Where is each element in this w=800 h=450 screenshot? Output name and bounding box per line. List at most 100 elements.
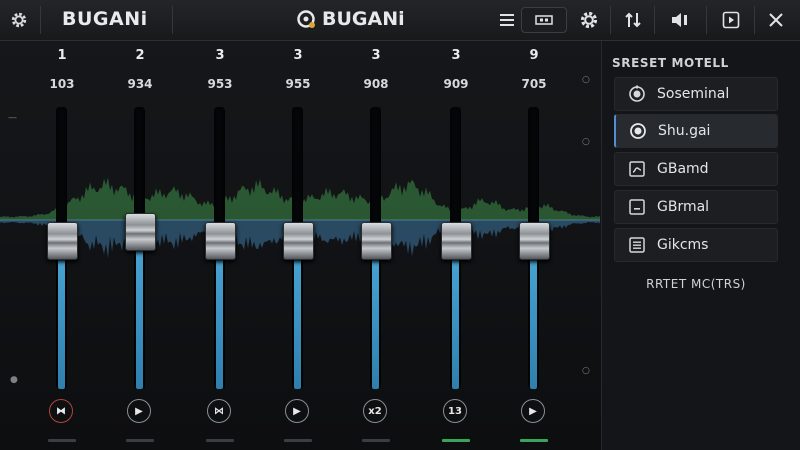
preset-item[interactable]: Gikcms bbox=[614, 228, 778, 262]
speaker-icon bbox=[672, 13, 687, 27]
curve-box-icon bbox=[625, 161, 649, 177]
equalizer-app: BUGANi BUGANi — ● ○ ○ ○ 1 103 ⧓ 2 934 ▶ … bbox=[0, 0, 800, 450]
radio-selected-icon bbox=[626, 122, 650, 140]
band-value: 934 bbox=[127, 77, 153, 91]
bowtie-icon[interactable]: ⧓ bbox=[49, 399, 73, 423]
preset-label: Soseminal bbox=[657, 86, 730, 102]
preset-item[interactable]: Soseminal bbox=[614, 77, 778, 111]
preset-item[interactable]: GBrmal bbox=[614, 190, 778, 224]
band-number: 2 bbox=[135, 48, 145, 63]
play-button[interactable] bbox=[716, 4, 746, 36]
preset-item[interactable]: Shu.gai bbox=[614, 114, 778, 148]
band-value: 908 bbox=[363, 77, 389, 91]
band-indicator bbox=[126, 439, 154, 442]
scale-dot-icon: ○ bbox=[582, 366, 590, 376]
band-number: 3 bbox=[215, 48, 225, 63]
slider-knob[interactable] bbox=[441, 221, 472, 260]
swap-button[interactable] bbox=[618, 4, 648, 36]
list-box-icon bbox=[625, 237, 649, 253]
swap-arrows-icon bbox=[625, 12, 641, 28]
wave-symbol-icon[interactable]: ⋈ bbox=[207, 399, 231, 423]
close-button[interactable] bbox=[762, 4, 790, 36]
band-indicator bbox=[206, 439, 234, 442]
slider-fill bbox=[372, 239, 379, 389]
band-indicator bbox=[520, 439, 548, 442]
band-number: 9 bbox=[529, 48, 539, 63]
gear-icon bbox=[580, 11, 598, 29]
display-icon bbox=[535, 15, 553, 25]
play-icon[interactable]: ▶ bbox=[285, 399, 309, 423]
band-indicator bbox=[284, 439, 312, 442]
band-value: 953 bbox=[207, 77, 233, 91]
title-divider bbox=[172, 6, 173, 34]
brand-logo-icon bbox=[297, 10, 315, 28]
x2-icon[interactable]: x2 bbox=[363, 399, 387, 423]
panel-title: SRESET MOTELL bbox=[612, 56, 729, 70]
preset-label: Shu.gai bbox=[658, 123, 711, 139]
speaker-button[interactable] bbox=[666, 4, 696, 36]
menu-button[interactable] bbox=[496, 4, 518, 36]
slider-knob[interactable] bbox=[283, 221, 314, 260]
radio-dial-icon bbox=[625, 85, 649, 103]
title-divider bbox=[754, 6, 755, 34]
thirteen-icon[interactable]: 13 bbox=[443, 399, 467, 423]
play-icon[interactable]: ▶ bbox=[127, 399, 151, 423]
slider-fill bbox=[136, 231, 143, 389]
band-column: 3 908 x2 bbox=[350, 41, 402, 450]
hamburger-menu-icon bbox=[500, 14, 514, 26]
slider-fill bbox=[58, 239, 65, 389]
scale-tick-icon: — bbox=[8, 113, 17, 123]
band-column: 3 909 13 bbox=[430, 41, 482, 450]
slider-fill bbox=[530, 239, 537, 389]
title-divider bbox=[706, 6, 707, 34]
slider-knob[interactable] bbox=[519, 221, 550, 260]
band-number: 1 bbox=[57, 48, 67, 63]
title-divider bbox=[654, 6, 655, 34]
band-indicator bbox=[48, 439, 76, 442]
preset-label: GBrmal bbox=[657, 199, 710, 215]
band-column: 9 705 ▶ bbox=[508, 41, 560, 450]
brand-name-left: BUGANi bbox=[62, 8, 148, 30]
slider-knob[interactable] bbox=[125, 213, 156, 252]
band-column: 1 103 ⧓ bbox=[36, 41, 88, 450]
slider-fill bbox=[452, 239, 459, 389]
preset-panel: SRESET MOTELL Soseminal Shu.gai GBamd GBrma… bbox=[601, 41, 800, 450]
equalizer-area: — ● ○ ○ ○ 1 103 ⧓ 2 934 ▶ 3 953 ⋈ 3 955 ▶ 3 908 x2 3 909… bbox=[0, 41, 601, 450]
title-divider bbox=[40, 6, 41, 34]
settings-button[interactable] bbox=[574, 4, 604, 36]
settings-gear-button[interactable] bbox=[6, 4, 32, 36]
scale-dot-icon: ○ bbox=[582, 75, 590, 85]
scale-dot-icon: ● bbox=[10, 375, 18, 385]
close-icon bbox=[769, 13, 783, 27]
preset-item[interactable]: GBamd bbox=[614, 152, 778, 186]
play-icon[interactable]: ▶ bbox=[521, 399, 545, 423]
preset-label: Gikcms bbox=[657, 237, 709, 253]
band-number: 3 bbox=[293, 48, 303, 63]
minus-box-icon bbox=[625, 199, 649, 215]
slider-fill bbox=[294, 239, 301, 389]
slider-fill bbox=[216, 239, 223, 389]
band-value: 103 bbox=[49, 77, 75, 91]
band-number: 3 bbox=[371, 48, 381, 63]
reset-button[interactable]: RRTET MC(TRS) bbox=[614, 277, 778, 291]
band-column: 3 955 ▶ bbox=[272, 41, 324, 450]
band-indicator bbox=[442, 439, 470, 442]
gear-icon bbox=[11, 12, 27, 28]
slider-knob[interactable] bbox=[361, 221, 392, 260]
band-column: 3 953 ⋈ bbox=[194, 41, 246, 450]
band-value: 705 bbox=[521, 77, 547, 91]
preset-label: GBamd bbox=[657, 161, 709, 177]
band-value: 955 bbox=[285, 77, 311, 91]
band-column: 2 934 ▶ bbox=[114, 41, 166, 450]
slider-knob[interactable] bbox=[47, 221, 78, 260]
band-number: 3 bbox=[451, 48, 461, 63]
brand-center: BUGANi bbox=[296, 8, 405, 30]
title-bar: BUGANi BUGANi bbox=[0, 0, 800, 41]
slider-knob[interactable] bbox=[205, 221, 236, 260]
band-indicator bbox=[362, 439, 390, 442]
play-square-icon bbox=[722, 11, 740, 29]
band-value: 909 bbox=[443, 77, 469, 91]
title-divider bbox=[610, 6, 611, 34]
display-mode-button[interactable] bbox=[521, 7, 567, 33]
brand-name-center: BUGANi bbox=[322, 8, 405, 30]
